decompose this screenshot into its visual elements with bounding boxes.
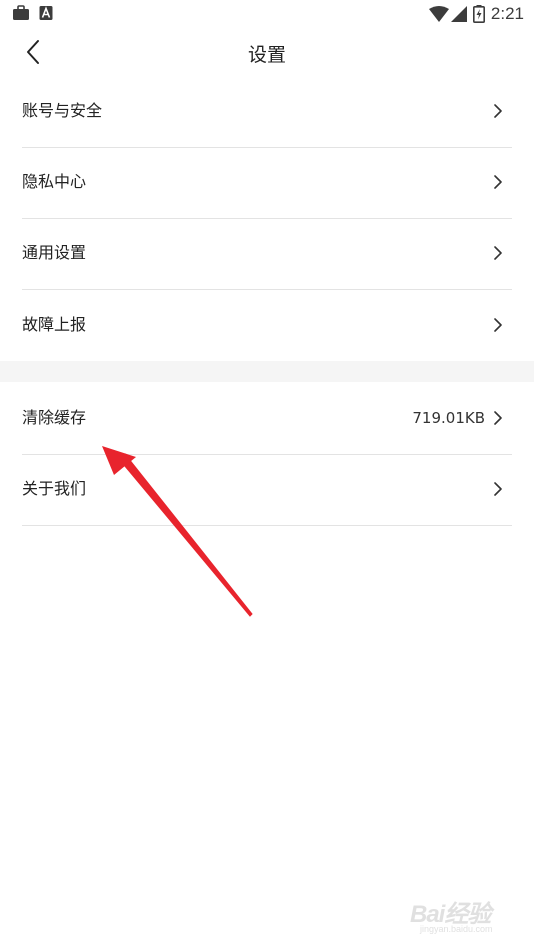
briefcase-icon bbox=[13, 5, 29, 20]
cellular-signal-icon bbox=[450, 6, 467, 22]
menu-item-label: 通用设置 bbox=[22, 243, 87, 262]
status-right-group: 2:21 bbox=[428, 2, 524, 26]
chevron-right-icon bbox=[494, 411, 502, 425]
watermark-url: jingyan.baidu.com bbox=[420, 924, 493, 934]
menu-item-clear-cache[interactable]: 清除缓存 719.01KB bbox=[22, 383, 512, 455]
app-header: 设置 bbox=[0, 28, 534, 76]
cache-size-value: 719.01KB bbox=[412, 409, 485, 427]
battery-charging-icon bbox=[472, 5, 485, 23]
wifi-icon bbox=[428, 6, 449, 22]
menu-item-label: 账号与安全 bbox=[22, 101, 103, 120]
chevron-right-icon bbox=[494, 318, 502, 332]
menu-item-label: 故障上报 bbox=[22, 315, 87, 334]
menu-item-label: 隐私中心 bbox=[22, 172, 87, 191]
chevron-right-icon bbox=[494, 104, 502, 118]
chevron-right-icon bbox=[494, 246, 502, 260]
menu-item-label: 关于我们 bbox=[22, 479, 87, 498]
baidu-jingyan-watermark: Bai经验 jingyan.baidu.com bbox=[410, 888, 520, 938]
chevron-right-icon bbox=[494, 482, 502, 496]
menu-item-privacy-center[interactable]: 隐私中心 bbox=[22, 147, 512, 219]
status-time: 2:21 bbox=[490, 4, 524, 23]
menu-item-fault-report[interactable]: 故障上报 bbox=[22, 290, 512, 361]
page-title: 设置 bbox=[247, 44, 286, 66]
section-divider bbox=[0, 361, 534, 382]
chevron-right-icon bbox=[494, 175, 502, 189]
font-a-icon bbox=[39, 6, 53, 20]
menu-item-label: 清除缓存 bbox=[22, 408, 87, 427]
menu-item-general-settings[interactable]: 通用设置 bbox=[22, 218, 512, 290]
menu-item-account-security[interactable]: 账号与安全 bbox=[22, 76, 512, 148]
menu-item-about-us[interactable]: 关于我们 bbox=[22, 454, 512, 526]
status-bar: 2:21 bbox=[0, 0, 534, 28]
